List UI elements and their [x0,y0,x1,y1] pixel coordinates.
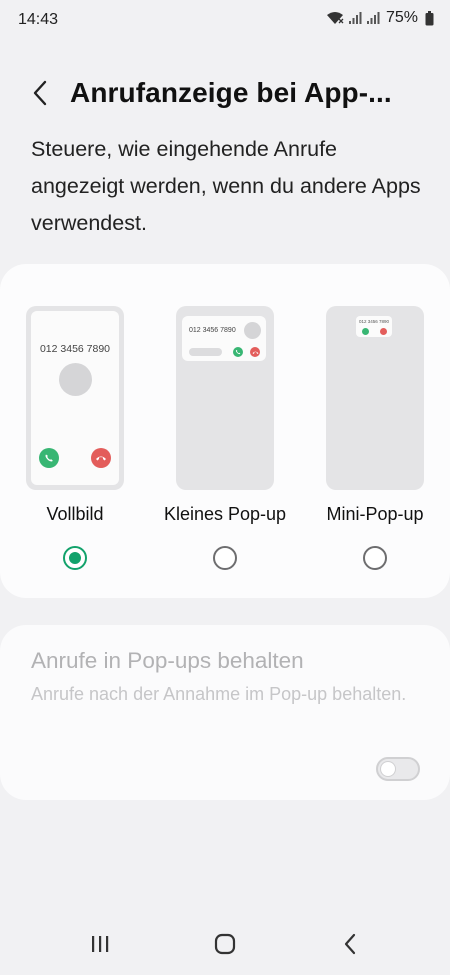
status-bar: 14:43 75% [0,0,450,44]
home-icon [214,933,236,960]
keep-in-popups-title: Anrufe in Pop-ups behalten [31,648,304,673]
preview-phone-number: 012 3456 7890 [189,327,236,334]
wifi-icon [326,11,344,25]
preview-phone-number: 012 3456 7890 [39,343,111,355]
option-label: Vollbild [46,504,104,524]
recent-apps-icon [90,934,110,959]
keep-in-popups-toggle[interactable] [376,757,420,781]
option-mini-popup[interactable]: 012 3456 7890 Mini-Pop-up [300,306,450,596]
vollbild-preview: 012 3456 7890 [26,306,124,490]
preview-popup: 012 3456 7890 [356,316,392,337]
option-label: Mini-Pop-up [326,504,424,524]
recent-apps-button[interactable] [80,933,120,959]
option-label: Kleines Pop-up [163,504,287,524]
battery-percentage: 75% [385,9,418,26]
decline-call-icon [91,448,111,468]
back-arrow-icon [32,80,48,111]
decline-call-icon [380,328,387,335]
preview-phone-number: 012 3456 7890 [358,319,390,324]
navigation-bar [0,915,450,975]
accept-call-icon [39,448,59,468]
header: Anrufanzeige bei App-... [0,68,450,122]
option-kleines-popup[interactable]: 012 3456 7890 Kleines Pop-up [150,306,300,596]
preview-text-placeholder [189,348,222,356]
status-icons: 75% [326,9,434,27]
signal-icon [366,11,380,25]
avatar [244,322,261,339]
radio-vollbild[interactable] [63,546,87,570]
battery-icon [425,10,434,26]
accept-call-icon [233,347,243,357]
option-vollbild[interactable]: 012 3456 7890 Vollbild [0,306,150,596]
radio-mini-popup[interactable] [363,546,387,570]
toggle-knob [380,761,396,777]
kleines-popup-preview: 012 3456 7890 [176,306,274,490]
avatar [59,363,92,396]
status-time: 14:43 [18,11,59,28]
back-button[interactable] [24,79,56,111]
mini-popup-preview: 012 3456 7890 [326,306,424,490]
nav-back-button[interactable] [330,933,370,959]
radio-kleines-popup[interactable] [213,546,237,570]
page-description: Steuere, wie eingehende Anrufe angezeigt… [31,137,421,235]
decline-call-icon [250,347,260,357]
keep-in-popups-description: Anrufe nach der Annahme im Pop-up behalt… [31,684,407,704]
accept-call-icon [362,328,369,335]
signal-icon [348,11,362,25]
preview-screen: 012 3456 7890 [31,311,119,485]
back-icon [343,933,357,960]
page-title: Anrufanzeige bei App-... [70,77,392,108]
preview-popup: 012 3456 7890 [182,316,266,361]
home-button[interactable] [205,933,245,959]
